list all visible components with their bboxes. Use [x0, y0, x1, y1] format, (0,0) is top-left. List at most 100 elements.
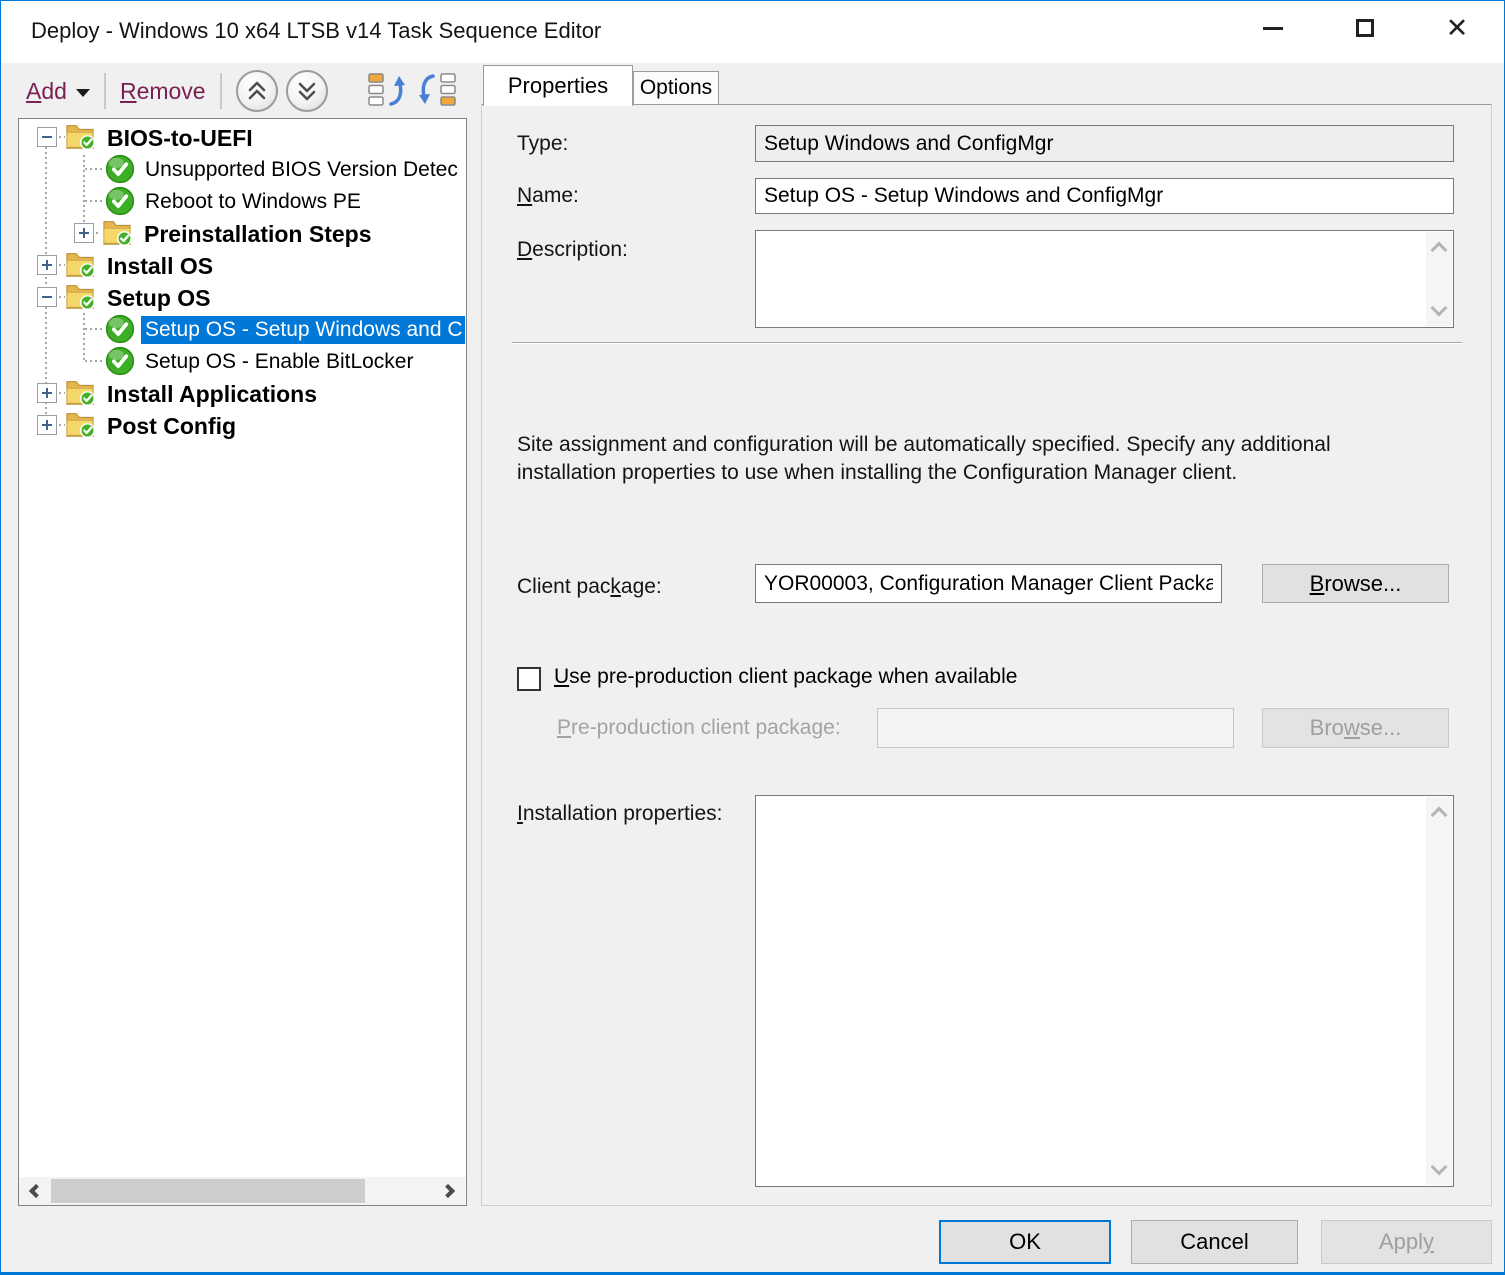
close-icon: ✕	[1445, 12, 1469, 43]
name-field[interactable]	[755, 178, 1454, 214]
reorder-down-icon	[419, 72, 456, 106]
tree-toolbar: Add Remove	[18, 65, 467, 117]
tab-properties-label: Properties	[507, 73, 609, 98]
tab-options[interactable]: Options	[633, 71, 719, 104]
folder-check-icon	[65, 410, 95, 440]
move-down-button[interactable]	[285, 70, 328, 112]
tree-guide-line	[85, 168, 103, 170]
tree-item[interactable]: Install Applications	[19, 377, 465, 409]
tab-properties[interactable]: Properties	[483, 65, 633, 106]
reorder-up-button[interactable]	[367, 71, 407, 112]
double-chevron-down-icon	[298, 82, 315, 101]
tree-item-label: Install OS	[107, 253, 214, 279]
properties-panel: Type: Name: Description: Site assignment…	[481, 104, 1492, 1206]
scroll-up-icon	[1430, 806, 1448, 824]
section-separator	[512, 342, 1462, 344]
description-field[interactable]	[755, 230, 1454, 328]
tree-item[interactable]: Post Config	[19, 409, 465, 441]
tree-item[interactable]: BIOS-to-UEFI	[19, 121, 465, 153]
installation-properties-label: Installation properties:	[517, 802, 723, 825]
tree-item[interactable]: Setup OS	[19, 281, 465, 313]
preproduction-package-field[interactable]	[877, 708, 1234, 748]
tree-horizontal-scrollbar[interactable]	[19, 1177, 465, 1205]
minimize-button[interactable]	[1227, 1, 1319, 55]
scroll-down-icon	[1430, 1158, 1448, 1176]
chevron-right-icon	[440, 1183, 456, 1199]
check-circle-icon	[105, 186, 135, 216]
apply-button: Apply	[1321, 1220, 1492, 1264]
reorder-up-icon	[368, 72, 405, 106]
apply-button-label: Apply	[1378, 1229, 1435, 1254]
scroll-up-icon	[1430, 241, 1448, 259]
reorder-down-button[interactable]	[417, 71, 457, 112]
check-circle-icon	[105, 154, 135, 184]
check-circle-icon	[105, 346, 135, 376]
tree-item-label: Post Config	[107, 413, 237, 439]
minimize-icon	[1263, 26, 1283, 30]
tree-guide-line	[85, 328, 103, 330]
ok-button[interactable]: OK	[939, 1220, 1111, 1264]
add-button[interactable]: Add	[26, 78, 90, 105]
tree-item[interactable]: Preinstallation Steps	[19, 217, 465, 249]
expand-plus-icon[interactable]	[37, 415, 57, 435]
preproduction-package-label: Pre-production client package:	[557, 716, 841, 739]
add-button-label: Add	[26, 77, 67, 104]
titlebar: Deploy - Windows 10 x64 LTSB v14 Task Se…	[1, 1, 1504, 63]
cancel-button-label: Cancel	[1180, 1229, 1249, 1254]
maximize-icon	[1356, 19, 1374, 37]
tree-item-label: Unsupported BIOS Version Detec	[145, 158, 458, 181]
client-package-browse-button[interactable]: Browse...	[1262, 564, 1449, 603]
preproduction-checkbox[interactable]	[517, 667, 541, 691]
client-package-field[interactable]	[755, 564, 1222, 603]
folder-check-icon	[65, 122, 95, 152]
expand-plus-icon[interactable]	[74, 223, 94, 243]
tree-item-label: Setup OS	[107, 285, 211, 311]
tree-guide-line	[85, 200, 103, 202]
tree-item-label: Install Applications	[107, 381, 318, 407]
installation-properties-scroll-track	[1426, 797, 1452, 1185]
check-circle-icon	[105, 314, 135, 344]
scroll-down-icon	[1430, 299, 1448, 317]
tree-item-label: Setup OS - Setup Windows and C	[141, 316, 465, 344]
type-label: Type:	[517, 132, 569, 155]
remove-button[interactable]: Remove	[120, 78, 206, 105]
tree-item-label: Setup OS - Enable BitLocker	[145, 350, 414, 373]
close-button[interactable]: ✕	[1411, 1, 1503, 55]
collapse-minus-icon[interactable]	[37, 287, 57, 307]
collapse-minus-icon[interactable]	[37, 127, 57, 147]
task-sequence-tree: BIOS-to-UEFI Unsupported BIOS Version Det…	[18, 118, 467, 1206]
window-controls: ✕	[1227, 1, 1503, 55]
tree-rows: BIOS-to-UEFI Unsupported BIOS Version Det…	[19, 121, 465, 1175]
scroll-left-button[interactable]	[19, 1177, 49, 1205]
tree-item-label: BIOS-to-UEFI	[107, 125, 253, 151]
maximize-button[interactable]	[1319, 1, 1411, 55]
tree-guide-line	[96, 232, 101, 234]
window-title: Deploy - Windows 10 x64 LTSB v14 Task Se…	[31, 18, 602, 43]
folder-check-icon	[65, 282, 95, 312]
installation-properties-field[interactable]	[755, 795, 1454, 1187]
folder-check-icon	[102, 218, 132, 248]
name-label: Name:	[517, 184, 579, 207]
dropdown-caret-icon	[75, 88, 90, 97]
folder-check-icon	[65, 378, 95, 408]
preproduction-browse-button: Browse...	[1262, 708, 1449, 748]
task-sequence-editor-window: Deploy - Windows 10 x64 LTSB v14 Task Se…	[0, 0, 1505, 1275]
tree-item-label: Reboot to Windows PE	[145, 190, 361, 213]
move-up-button[interactable]	[235, 70, 278, 112]
scrollbar-thumb[interactable]	[51, 1179, 365, 1203]
double-chevron-up-icon	[248, 81, 265, 100]
expand-plus-icon[interactable]	[37, 255, 57, 275]
expand-plus-icon[interactable]	[37, 383, 57, 403]
browse-button-label: Browse...	[1309, 570, 1402, 596]
tree-item-label: Preinstallation Steps	[144, 221, 372, 247]
folder-check-icon	[65, 250, 95, 280]
toolbar-separator	[103, 73, 106, 109]
type-field[interactable]	[755, 125, 1454, 162]
scroll-right-button[interactable]	[435, 1177, 465, 1205]
toolbar-separator	[219, 73, 222, 109]
cancel-button[interactable]: Cancel	[1131, 1220, 1298, 1264]
description-label: Description:	[517, 238, 628, 261]
description-scroll-track	[1426, 232, 1452, 326]
preproduction-checkbox-label: Use pre-production client package when a…	[554, 665, 1018, 688]
tree-item[interactable]: Install OS	[19, 249, 465, 281]
